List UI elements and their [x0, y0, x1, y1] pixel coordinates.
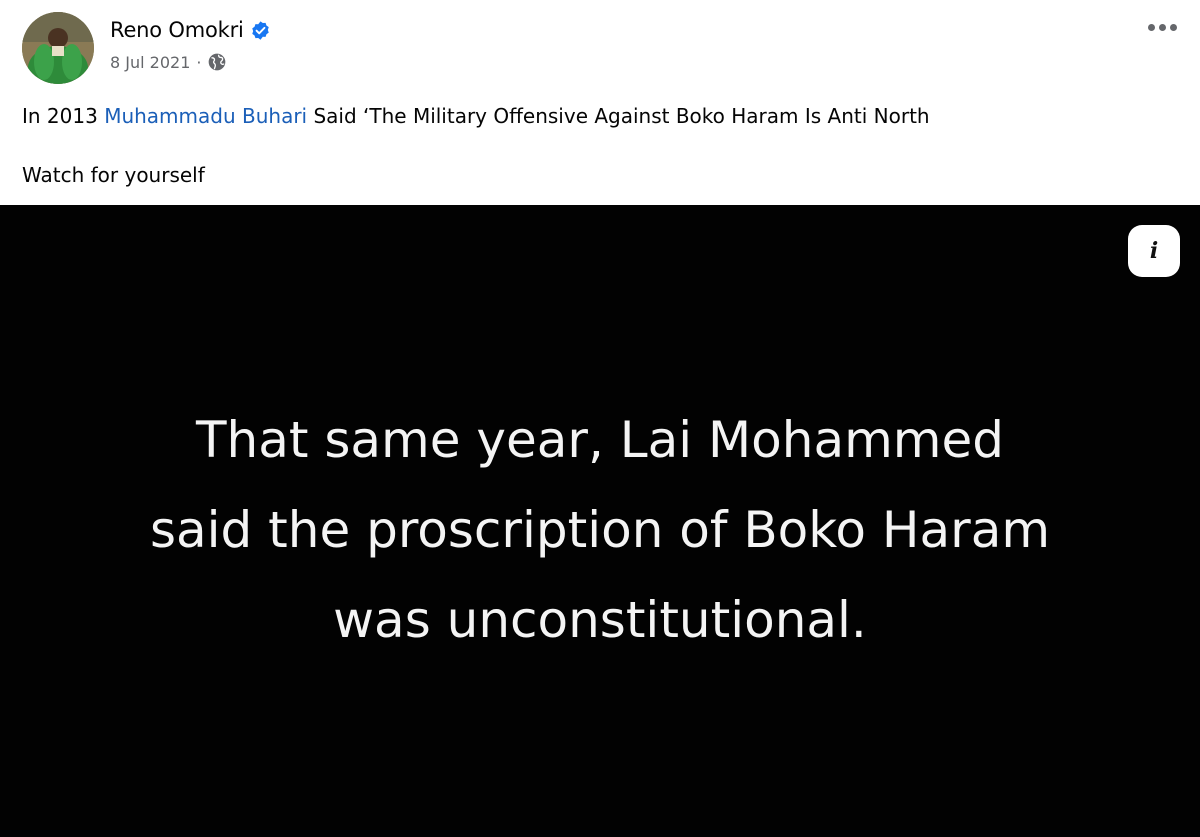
- facebook-post: Reno Omokri 8 Jul 2021 · In 2013 Muhamma…: [0, 0, 1200, 837]
- post-caption-line-2: Watch for yourself: [22, 163, 205, 187]
- video-text-line-3: was unconstitutional.: [333, 591, 867, 649]
- post-header: Reno Omokri 8 Jul 2021 ·: [0, 0, 1200, 100]
- meta-separator: ·: [196, 52, 202, 72]
- post-meta: 8 Jul 2021 ·: [110, 52, 227, 72]
- caption-prefix: In 2013: [22, 104, 105, 128]
- author-avatar[interactable]: [22, 12, 94, 84]
- more-dot: [1147, 23, 1155, 31]
- caption-suffix: Said ‘The Military Offensive Against Bok…: [307, 104, 930, 128]
- video-text-line-1: That same year, Lai Mohammed: [195, 411, 1004, 469]
- post-date[interactable]: 8 Jul 2021: [110, 53, 190, 72]
- author-name-row: Reno Omokri: [110, 18, 271, 42]
- tagged-person-link[interactable]: Muhammadu Buhari: [104, 104, 307, 128]
- post-video[interactable]: i That same year, Lai Mohammed said the …: [0, 205, 1200, 837]
- info-icon[interactable]: i: [1128, 225, 1180, 277]
- more-dot: [1169, 23, 1177, 31]
- more-dot: [1158, 23, 1166, 31]
- avatar-image: [22, 12, 94, 84]
- globe-icon[interactable]: [207, 52, 227, 72]
- author-name[interactable]: Reno Omokri: [110, 18, 244, 42]
- post-caption: In 2013 Muhammadu Buhari Said ‘The Milit…: [22, 102, 930, 130]
- video-text-line-2: said the proscription of Boko Haram: [149, 501, 1051, 559]
- more-options-icon[interactable]: [1142, 14, 1182, 40]
- video-text-overlay: That same year, Lai Mohammed said the pr…: [0, 395, 1200, 665]
- verified-badge-icon: [251, 20, 269, 40]
